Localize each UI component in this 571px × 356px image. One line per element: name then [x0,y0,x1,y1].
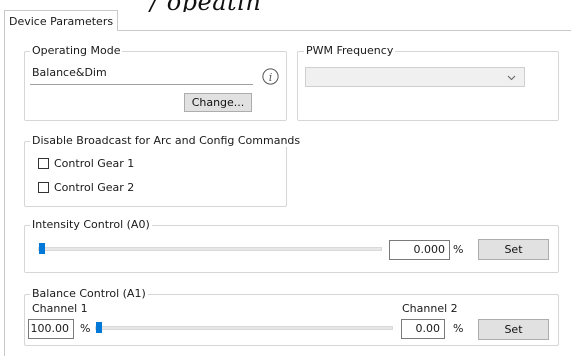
operating-mode-legend: Operating Mode [30,44,123,57]
disable-broadcast-group [24,141,287,207]
intensity-set-button[interactable]: Set [478,239,549,260]
channel-2-unit: % [453,322,464,335]
pwm-frequency-dropdown[interactable] [305,67,525,87]
balance-slider-thumb[interactable] [96,322,102,333]
balance-slider-track[interactable] [95,326,393,330]
control-gear-2-checkbox[interactable] [38,182,49,193]
change-button[interactable]: Change... [184,93,252,112]
control-gear-1-checkbox[interactable] [38,158,49,169]
channel-1-label: Channel 1 [32,302,88,315]
chevron-down-icon [507,75,516,81]
intensity-slider-thumb[interactable] [39,243,45,254]
clipped-header-fragment: / opeatin [150,0,261,12]
balance-set-button[interactable]: Set [478,319,549,340]
intensity-value-field[interactable]: 0.000 [389,240,450,260]
tab-device-parameters[interactable]: Device Parameters [4,10,118,31]
intensity-unit: % [453,243,464,256]
balance-control-legend: Balance Control (A1) [30,287,148,300]
control-gear-1-label[interactable]: Control Gear 1 [54,157,134,170]
control-gear-2-label[interactable]: Control Gear 2 [54,181,134,194]
svg-text:i: i [269,71,273,84]
tab-label: Device Parameters [9,15,114,28]
channel-2-label: Channel 2 [402,302,458,315]
intensity-slider-track[interactable] [38,247,382,251]
channel-2-value-field[interactable]: 0.00 [401,319,445,339]
channel-1-unit: % [80,322,91,335]
info-icon[interactable]: i [262,68,279,85]
operating-mode-field [30,84,253,85]
operating-mode-value: Balance&Dim [32,66,107,79]
pwm-frequency-legend: PWM Frequency [304,44,396,57]
channel-1-value-field[interactable]: 100.00 [28,319,74,339]
disable-broadcast-legend: Disable Broadcast for Arc and Config Com… [30,134,303,147]
intensity-control-legend: Intensity Control (A0) [30,218,152,231]
